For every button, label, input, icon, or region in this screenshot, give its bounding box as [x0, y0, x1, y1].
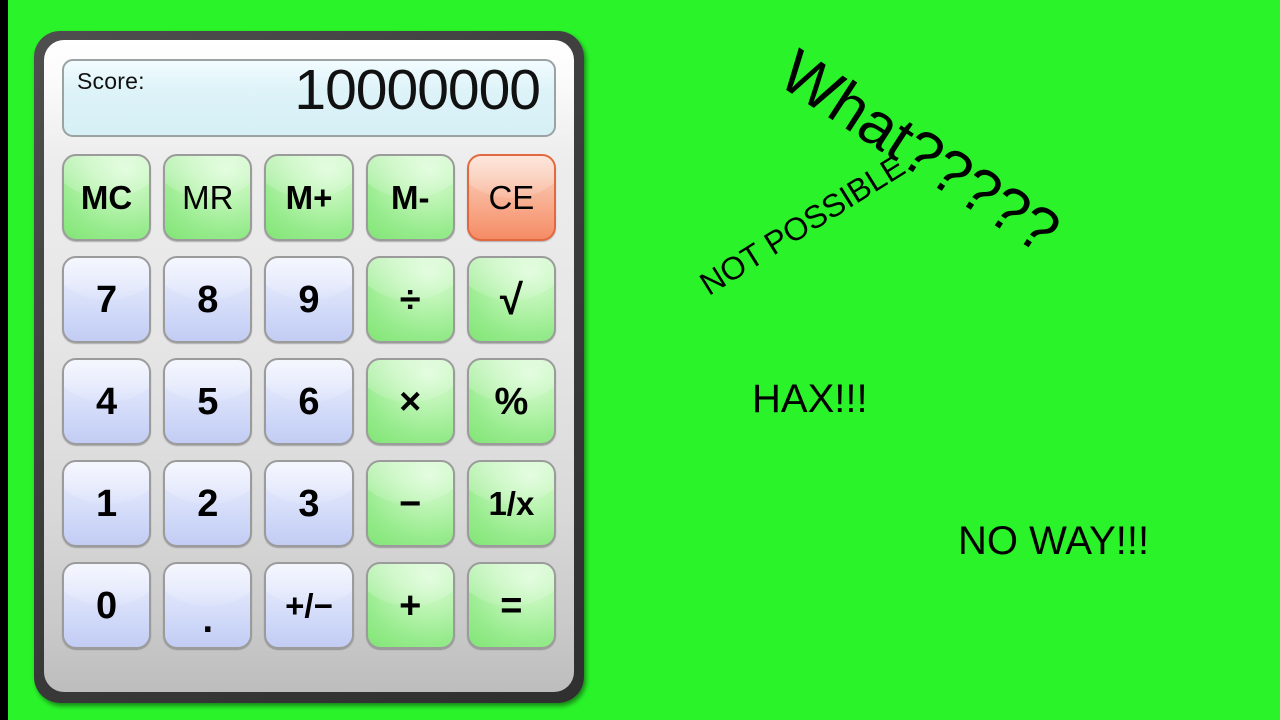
- key-label: 0: [96, 584, 118, 627]
- display-score-label: Score:: [77, 68, 145, 94]
- key-label: 6: [298, 380, 320, 423]
- reciprocal-button[interactable]: 1/x: [466, 460, 556, 547]
- key-label: CE: [488, 179, 535, 216]
- digit-5-button[interactable]: 5: [163, 358, 253, 445]
- key-label: +: [399, 584, 422, 627]
- key-label: −: [399, 482, 422, 525]
- key-label: MC: [80, 179, 133, 216]
- square-root-button[interactable]: √: [466, 256, 556, 343]
- add-button[interactable]: +: [365, 562, 455, 649]
- key-label: MR: [182, 179, 234, 216]
- percent-button[interactable]: %: [466, 358, 556, 445]
- calculator-body: Score: 10000000 MC MR M+ M- CE 7 8 9 ÷ √ 4 5 6 ×% 1 2 3 −…: [44, 40, 574, 692]
- memory-recall-button[interactable]: MR: [163, 154, 253, 241]
- display-score-value: 10000000: [294, 59, 541, 122]
- calculator-app: Score: 10000000 MC MR M+ M- CE 7 8 9 ÷ √ 4 5 6 ×% 1 2 3 −…: [34, 31, 584, 703]
- memory-add-button[interactable]: M+: [264, 154, 354, 241]
- digit-9-button[interactable]: 9: [264, 256, 354, 343]
- memory-clear-button[interactable]: MC: [62, 154, 152, 241]
- key-label: 1/x: [488, 485, 535, 522]
- calculator-keypad: MC MR M+ M- CE 7 8 9 ÷ √ 4 5 6 ×% 1 2 3 − 1/x 0. +/− + =: [62, 154, 556, 649]
- annotation-hax: HAX!!!: [752, 377, 868, 421]
- key-label: ×: [399, 380, 422, 423]
- key-label: .: [202, 598, 214, 641]
- key-label: M-: [390, 179, 430, 216]
- key-label: ÷: [399, 278, 421, 321]
- digit-3-button[interactable]: 3: [264, 460, 354, 547]
- key-label: =: [500, 584, 523, 627]
- memory-subtract-button[interactable]: M-: [365, 154, 455, 241]
- key-label: 3: [298, 482, 320, 525]
- calculator-display: Score: 10000000: [62, 59, 556, 137]
- digit-2-button[interactable]: 2: [163, 460, 253, 547]
- key-label: 2: [197, 482, 219, 525]
- digit-1-button[interactable]: 1: [62, 460, 152, 547]
- subtract-button[interactable]: −: [365, 460, 455, 547]
- digit-4-button[interactable]: 4: [62, 358, 152, 445]
- divide-button[interactable]: ÷: [365, 256, 455, 343]
- key-label: 4: [96, 380, 118, 423]
- digit-7-button[interactable]: 7: [62, 256, 152, 343]
- key-label: %: [494, 380, 529, 423]
- digit-6-button[interactable]: 6: [264, 358, 354, 445]
- annotation-no-way: NO WAY!!!: [958, 519, 1150, 563]
- key-label: √: [499, 275, 523, 323]
- key-label: 8: [197, 278, 219, 321]
- decimal-point-button[interactable]: .: [163, 562, 253, 649]
- digit-8-button[interactable]: 8: [163, 256, 253, 343]
- sign-toggle-button[interactable]: +/−: [264, 562, 354, 649]
- key-label: 1: [96, 482, 118, 525]
- multiply-button[interactable]: ×: [365, 358, 455, 445]
- key-label: 7: [96, 278, 118, 321]
- key-label: +/−: [285, 587, 333, 624]
- clear-entry-button[interactable]: CE: [466, 154, 556, 241]
- digit-0-button[interactable]: 0: [62, 562, 152, 649]
- screenshot-canvas: Score: 10000000 MC MR M+ M- CE 7 8 9 ÷ √ 4 5 6 ×% 1 2 3 −…: [0, 0, 1280, 720]
- key-label: 5: [197, 380, 219, 423]
- key-label: 9: [298, 278, 320, 321]
- equals-button[interactable]: =: [466, 562, 556, 649]
- key-label: M+: [285, 179, 333, 216]
